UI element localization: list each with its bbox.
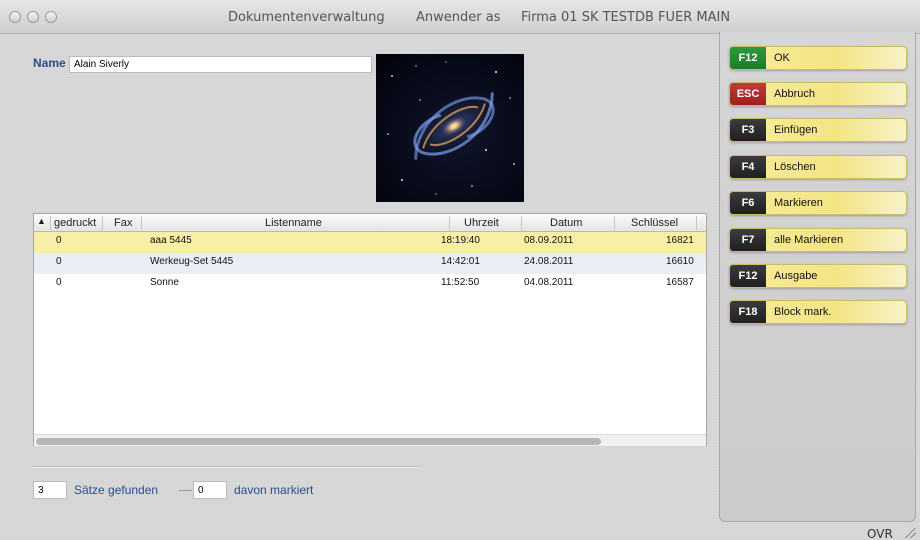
column-header-listenname[interactable]: Listenname (265, 217, 322, 229)
documents-table[interactable]: ▲ gedruckt Fax Listenname Uhrzeit Datum … (33, 213, 707, 446)
cell-uhrzeit: 18:19:40 (441, 235, 480, 246)
shortcut-key-badge: F18 (730, 301, 766, 323)
horizontal-scrollbar[interactable] (34, 434, 706, 446)
user-label: Anwender as (416, 10, 501, 25)
button-label: Einfügen (774, 124, 818, 136)
table-row[interactable]: 0 aaa 5445 18:19:40 08.09.2011 16821 (34, 232, 706, 253)
sort-ascending-icon[interactable]: ▲ (37, 216, 46, 226)
ok-button[interactable]: F12 OK (729, 46, 907, 70)
button-label: Ausgabe (774, 270, 818, 282)
cell-schluessel: 16610 (666, 256, 694, 267)
shortcut-key-badge: F12 (730, 265, 766, 287)
delete-button[interactable]: F4 Löschen (729, 155, 907, 179)
cell-schluessel: 16821 (666, 235, 694, 246)
column-header-schluessel[interactable]: Schlüssel (631, 217, 678, 229)
document-image (376, 54, 524, 202)
name-input[interactable]: Alain Siverly (69, 56, 372, 73)
scrollbar-thumb[interactable] (36, 438, 601, 445)
shortcut-key-badge: F3 (730, 119, 766, 141)
cell-listenname: aaa 5445 (150, 235, 192, 246)
cell-gedruckt: 0 (56, 256, 62, 267)
cell-datum: 24.08.2011 (524, 256, 574, 267)
shortcut-key-badge: F7 (730, 229, 766, 251)
marked-label: davon markiert (234, 483, 314, 497)
marked-count-field[interactable]: 0 (193, 481, 227, 499)
cell-datum: 04.08.2011 (524, 277, 574, 288)
cell-listenname: Werkeug-Set 5445 (150, 256, 234, 267)
table-header: ▲ gedruckt Fax Listenname Uhrzeit Datum … (34, 214, 706, 232)
insert-button[interactable]: F3 Einfügen (729, 118, 907, 142)
minimize-window-icon[interactable] (27, 11, 39, 23)
close-window-icon[interactable] (9, 11, 21, 23)
shortcut-key-badge: ESC (730, 83, 766, 105)
cancel-button[interactable]: ESC Abbruch (729, 82, 907, 106)
overwrite-mode-indicator: OVR (867, 527, 893, 540)
shortcut-key-badge: F12 (730, 47, 766, 69)
cell-gedruckt: 0 (56, 235, 62, 246)
table-row[interactable]: 0 Werkeug-Set 5445 14:42:01 24.08.2011 1… (34, 253, 706, 274)
column-header-uhrzeit[interactable]: Uhrzeit (464, 217, 499, 229)
title-bar: Dokumentenverwaltung Anwender as Firma 0… (0, 0, 920, 34)
button-label: Löschen (774, 161, 816, 173)
zoom-window-icon[interactable] (45, 11, 57, 23)
block-mark-button[interactable]: F18 Block mark. (729, 300, 907, 324)
cell-uhrzeit: 14:42:01 (441, 256, 480, 267)
button-label: Block mark. (774, 306, 832, 318)
output-button[interactable]: F12 Ausgabe (729, 264, 907, 288)
shortcut-key-badge: F6 (730, 192, 766, 214)
firm-label: Firma 01 SK TESTDB FUER MAIN (521, 10, 731, 25)
mark-button[interactable]: F6 Markieren (729, 191, 907, 215)
resize-grip-icon[interactable] (905, 528, 916, 538)
name-label: Name (33, 56, 66, 70)
connector-line (179, 490, 192, 491)
found-count-field[interactable]: 3 (33, 481, 67, 499)
column-header-fax[interactable]: Fax (114, 217, 132, 229)
main-window: Dokumentenverwaltung Anwender as Firma 0… (0, 0, 920, 540)
found-label: Sätze gefunden (74, 483, 159, 497)
button-label: Markieren (774, 197, 823, 209)
galaxy-picture (387, 61, 515, 195)
cell-schluessel: 16587 (666, 277, 694, 288)
footer-divider (33, 467, 421, 468)
cell-datum: 08.09.2011 (524, 235, 574, 246)
button-label: Abbruch (774, 88, 815, 100)
button-label: alle Markieren (774, 234, 844, 246)
table-row[interactable]: 0 Sonne 11:52:50 04.08.2011 16587 (34, 274, 706, 295)
column-header-datum[interactable]: Datum (550, 217, 582, 229)
button-label: OK (774, 52, 790, 64)
cell-gedruckt: 0 (56, 277, 62, 288)
column-header-gedruckt[interactable]: gedruckt (54, 217, 96, 229)
cell-listenname: Sonne (150, 277, 179, 288)
window-title: Dokumentenverwaltung (228, 10, 385, 25)
mark-all-button[interactable]: F7 alle Markieren (729, 228, 907, 252)
shortcut-key-badge: F4 (730, 156, 766, 178)
cell-uhrzeit: 11:52:50 (441, 277, 480, 288)
